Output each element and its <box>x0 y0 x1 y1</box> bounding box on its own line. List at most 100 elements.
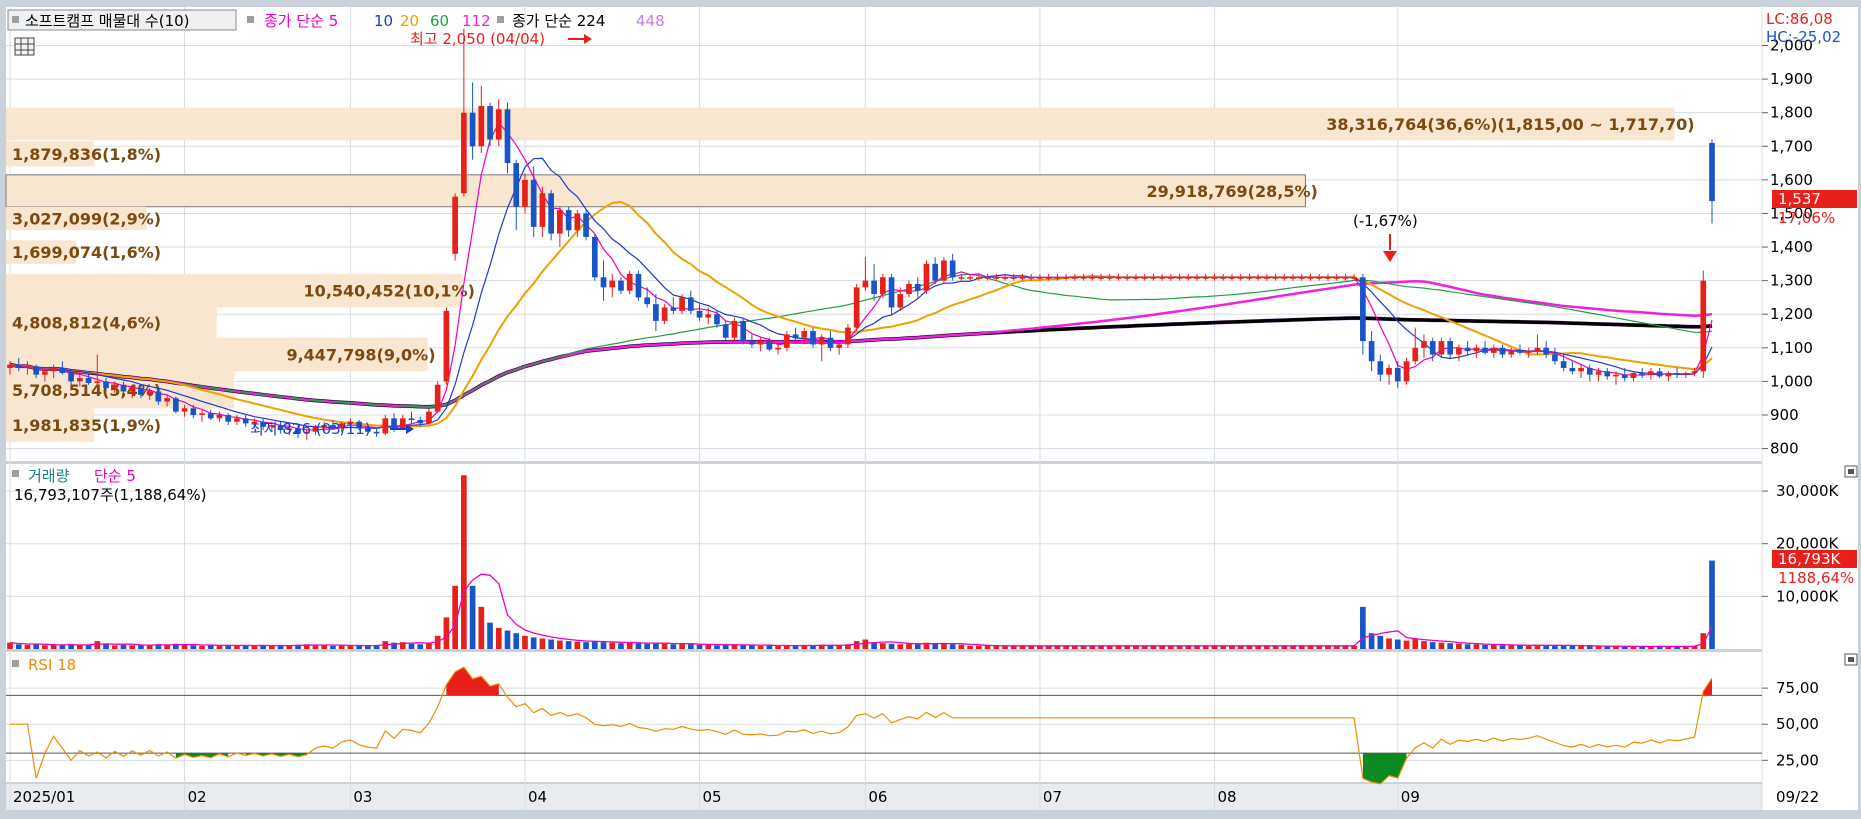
candle-body <box>853 287 860 328</box>
volume-profile-label: 29,918,769(28,5%) <box>1146 182 1317 201</box>
candle-body <box>1464 347 1471 352</box>
volume-bar <box>338 645 345 649</box>
candle-body <box>879 277 886 295</box>
volume-bar <box>234 645 240 649</box>
candle-body <box>897 294 904 308</box>
main-legend-title: 소프트캠프 매물대 수(10) <box>25 12 190 30</box>
volume-bar <box>207 645 214 649</box>
price-axis-label: 1,100 <box>1770 339 1813 357</box>
volume-bar <box>530 637 537 649</box>
candle-body <box>749 341 755 345</box>
candle-body <box>190 408 197 415</box>
volume-bar <box>687 644 694 649</box>
candle-body <box>705 314 712 318</box>
candle-body <box>1019 277 1026 279</box>
stock-chart-window[interactable]: 38,316,764(36,6%)(1,815,00 ~ 1,717,70) 29… <box>0 0 1861 815</box>
candle-body <box>1543 347 1550 355</box>
volume-bar <box>696 644 703 649</box>
candle-body <box>766 341 773 350</box>
volume-bar <box>59 645 66 649</box>
candle-body <box>609 280 616 288</box>
volume-bar <box>85 645 92 649</box>
volume-bar <box>618 643 624 649</box>
candle-body <box>1682 372 1689 375</box>
volume-bar <box>879 643 886 649</box>
rsi-panel-close-icon[interactable] <box>1844 653 1858 666</box>
volume-bar <box>714 645 720 649</box>
candle-body <box>1569 367 1576 372</box>
date-axis-label: 03 <box>353 788 372 806</box>
candle-body <box>1438 341 1445 355</box>
candle-body <box>1709 142 1715 202</box>
volume-panel[interactable] <box>6 464 1762 649</box>
candle-body <box>1517 351 1523 353</box>
candle-body <box>914 283 921 291</box>
volume-profile-band <box>5 174 1306 208</box>
candle-body <box>1316 277 1323 279</box>
stock-chart[interactable]: 38,316,764(36,6%)(1,815,00 ~ 1,717,70) 29… <box>0 0 1861 815</box>
volume-bar <box>932 643 939 649</box>
candle-body <box>923 263 930 291</box>
lc-label: LC:86,08 <box>1766 10 1833 28</box>
candle-body <box>1124 277 1131 279</box>
candle-body <box>1159 277 1165 279</box>
rsi-panel[interactable] <box>6 652 1762 782</box>
legend-marker-icon <box>247 16 254 23</box>
volume-bar <box>740 645 747 649</box>
candle-body <box>1002 277 1008 279</box>
candle-body <box>138 388 144 395</box>
candle-body <box>696 310 703 318</box>
legend-marker-icon <box>497 16 504 23</box>
volume-bar <box>1447 643 1453 649</box>
volume-profile-label: 1,981,835(1,9%) <box>12 416 161 435</box>
price-panel[interactable] <box>6 7 1762 461</box>
candle-body <box>862 280 869 288</box>
candle-body <box>495 109 502 140</box>
volume-bar <box>1394 639 1401 649</box>
candle-body <box>181 408 188 412</box>
legend-ma10: 10 <box>374 12 393 30</box>
volume-bar <box>15 644 22 649</box>
candle-body <box>1037 277 1043 279</box>
volume-bar <box>1499 645 1506 649</box>
candle-body <box>1360 277 1366 342</box>
candle-body <box>452 196 458 254</box>
volume-bar <box>1569 645 1576 649</box>
volume-bar <box>949 644 956 649</box>
candle-body <box>932 263 939 281</box>
volume-bar <box>495 627 502 649</box>
rsi-axis-label: 50,00 <box>1776 715 1819 733</box>
candle-body <box>975 277 982 279</box>
grid-toggle-icon[interactable] <box>14 37 35 56</box>
candle-body <box>207 413 214 419</box>
volume-bar <box>1490 644 1497 649</box>
volume-bar <box>644 643 650 649</box>
volume-bar <box>958 644 965 649</box>
candle-body <box>1560 361 1567 368</box>
volume-bar <box>557 640 563 649</box>
candle-body <box>1168 277 1174 279</box>
volume-bar <box>1360 606 1366 649</box>
volume-bar <box>1525 645 1532 649</box>
candle-body <box>792 334 799 338</box>
volume-bar <box>469 585 476 649</box>
candle-body <box>513 163 520 207</box>
candle-body <box>1150 277 1157 279</box>
price-axis-label: 1,800 <box>1770 104 1813 122</box>
volume-panel-close-icon[interactable] <box>1844 465 1858 478</box>
current-volume-pct: 1188,64% <box>1778 569 1854 587</box>
volume-bar <box>513 633 520 649</box>
candle-body <box>1377 361 1384 375</box>
candle-body <box>1010 277 1017 279</box>
candle-body <box>1325 277 1331 279</box>
date-axis-label: 2025/01 <box>13 788 75 806</box>
candle-body <box>906 283 912 295</box>
candle-body <box>583 213 589 237</box>
candle-body <box>1063 277 1069 279</box>
volume-bar <box>836 645 843 649</box>
price-axis-label: 1,900 <box>1770 70 1813 88</box>
volume-bar <box>1578 645 1584 649</box>
volume-bar <box>862 639 869 649</box>
candle-body <box>653 304 659 321</box>
candle-body <box>1578 367 1584 372</box>
